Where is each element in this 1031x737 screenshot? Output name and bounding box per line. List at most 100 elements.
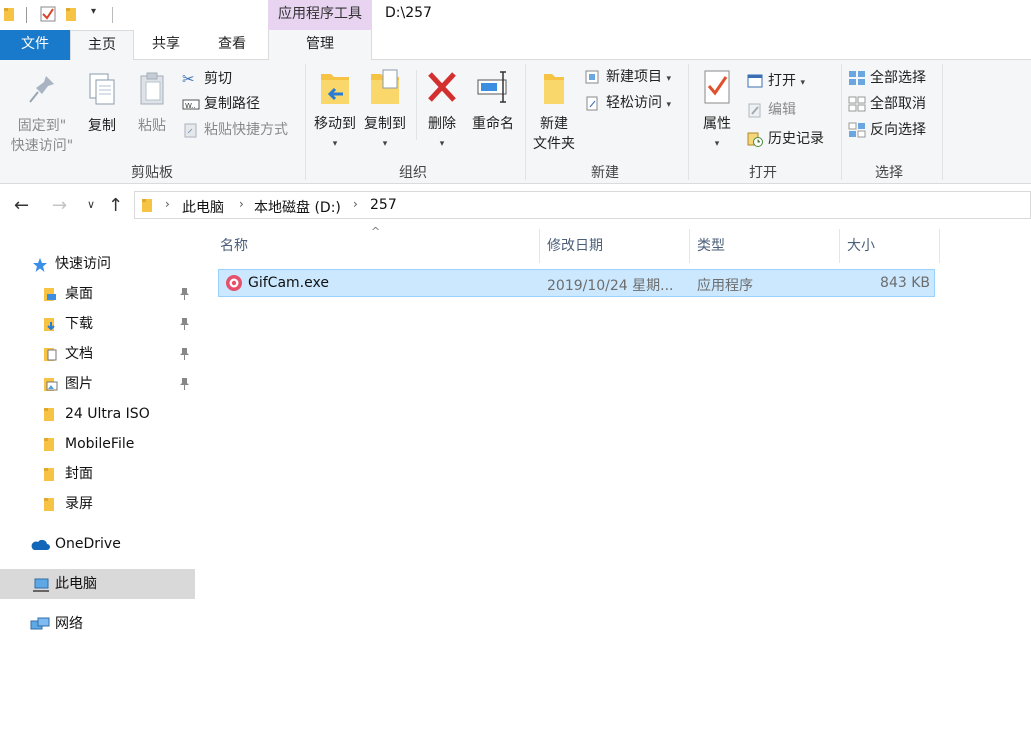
easy-access-dropdown-icon: ▾: [666, 100, 671, 110]
pin-icon[interactable]: [178, 347, 190, 361]
pin-icon[interactable]: [178, 377, 190, 391]
tab-home[interactable]: 主页: [70, 30, 134, 61]
cut-label: 剪切: [204, 71, 232, 87]
invert-selection-button[interactable]: 反向选择: [848, 119, 926, 141]
navigation-pane: 快速访问 桌面 下载 文档 图片 24 Ultra ISO MobileFile…: [0, 227, 200, 737]
file-name: GifCam.exe: [248, 275, 329, 291]
nav-item-downloads[interactable]: 下载: [0, 309, 195, 339]
nav-item-label: 录屏: [65, 496, 93, 512]
nav-item-cover[interactable]: 封面: [0, 459, 195, 489]
nav-this-pc[interactable]: 此电脑: [0, 569, 195, 599]
breadcrumb-chevron-icon[interactable]: ›: [353, 197, 358, 211]
open-group-label: 打开: [749, 165, 777, 181]
nav-item-documents[interactable]: 文档: [0, 339, 195, 369]
delete-dropdown-icon: ▾: [439, 139, 445, 149]
easy-access-button[interactable]: 轻松访问 ▾: [584, 92, 671, 114]
paste-shortcut-icon: [184, 123, 197, 138]
up-arrow-icon[interactable]: ↑: [108, 195, 123, 216]
paste-button[interactable]: 粘贴: [132, 72, 172, 136]
nav-item-pictures[interactable]: 图片: [0, 369, 195, 399]
nav-item-label: MobileFile: [65, 436, 135, 452]
properties-checkbox-icon[interactable]: [40, 6, 56, 22]
pin-icon[interactable]: [178, 317, 190, 331]
column-header-name[interactable]: 名称: [220, 235, 248, 255]
breadcrumb-chevron-icon[interactable]: ›: [239, 197, 244, 211]
column-divider[interactable]: [939, 229, 940, 263]
new-folder-icon: [544, 74, 564, 104]
nav-network[interactable]: 网络: [0, 609, 195, 639]
cloud-icon: [31, 539, 50, 550]
open-button[interactable]: 打开 ▾: [746, 70, 805, 92]
address-row: ← → ∨ ↑ › 此电脑 › 本地磁盘 (D:) › 257: [0, 185, 1031, 227]
breadcrumb-folder-257[interactable]: 257: [370, 197, 397, 213]
delete-button[interactable]: 删除 ▾: [420, 68, 464, 154]
history-icon: [747, 132, 763, 147]
new-group-label: 新建: [591, 165, 619, 181]
new-folder-quick-icon[interactable]: [66, 6, 78, 22]
new-item-button[interactable]: 新建项目 ▾: [584, 66, 671, 88]
nav-item-ultra-iso[interactable]: 24 Ultra ISO: [0, 399, 195, 429]
group-divider: [305, 64, 306, 180]
nav-item-desktop[interactable]: 桌面: [0, 279, 195, 309]
divider: [112, 7, 113, 23]
file-row[interactable]: GifCam.exe 2019/10/24 星期... 应用程序 843 KB: [218, 269, 935, 297]
address-bar[interactable]: › 此电脑 › 本地磁盘 (D:) › 257: [134, 191, 1031, 219]
cut-button[interactable]: ✂ 剪切: [182, 68, 232, 90]
column-header-size[interactable]: 大小: [847, 235, 875, 255]
copy-icon: [89, 73, 115, 105]
edit-button[interactable]: 编辑: [746, 99, 796, 121]
tab-view[interactable]: 查看: [198, 30, 266, 60]
back-arrow-icon[interactable]: ←: [14, 195, 29, 216]
select-none-icon: [848, 96, 866, 112]
move-to-dropdown-icon: ▾: [332, 139, 338, 149]
tab-share[interactable]: 共享: [134, 30, 198, 60]
pin-icon[interactable]: [178, 287, 190, 301]
divider: [416, 70, 417, 140]
easy-access-label: 轻松访问: [606, 95, 662, 111]
nav-onedrive[interactable]: OneDrive: [0, 529, 195, 559]
easy-access-icon: [586, 96, 598, 111]
copy-path-button[interactable]: W.. 复制路径: [182, 93, 260, 115]
move-to-button[interactable]: 移动到 ▾: [310, 68, 360, 154]
copy-path-icon: W..: [182, 99, 200, 110]
column-header-modified[interactable]: 修改日期: [547, 235, 603, 255]
rename-button[interactable]: 重命名: [466, 68, 520, 134]
file-type: 应用程序: [697, 278, 753, 294]
recent-locations-chevron-icon[interactable]: ∨: [87, 198, 95, 211]
column-divider[interactable]: [689, 229, 690, 263]
organize-group-label: 组织: [399, 165, 427, 181]
folder-icon: [4, 8, 14, 21]
pin-to-quick-access-button[interactable]: 固定到" 快速访问": [4, 72, 80, 156]
nav-quick-access[interactable]: 快速访问: [0, 249, 195, 279]
customize-quick-access-dropdown-icon[interactable]: ▾: [91, 6, 96, 17]
title-bar: ▾ 应用程序工具 D:\257: [0, 0, 1031, 30]
column-divider[interactable]: [839, 229, 840, 263]
move-to-folder-icon: [321, 74, 349, 104]
column-divider[interactable]: [539, 229, 540, 263]
breadcrumb-drive-d[interactable]: 本地磁盘 (D:): [254, 197, 341, 217]
tab-file[interactable]: 文件: [0, 30, 70, 60]
history-label: 历史记录: [768, 131, 824, 147]
forward-arrow-icon[interactable]: →: [52, 195, 67, 216]
copy-button[interactable]: 复制: [82, 72, 122, 136]
copy-to-button[interactable]: 复制到 ▾: [360, 68, 410, 154]
paste-shortcut-button[interactable]: 粘贴快捷方式: [182, 119, 288, 141]
breadcrumb-chevron-icon[interactable]: ›: [165, 197, 170, 211]
tab-manage[interactable]: 管理: [268, 30, 372, 60]
move-to-label: 移动到: [314, 116, 356, 132]
edit-icon: [748, 103, 761, 118]
select-all-button[interactable]: 全部选择: [848, 67, 926, 89]
select-none-button[interactable]: 全部取消: [848, 93, 926, 115]
copy-to-folder-icon: [371, 69, 399, 104]
file-modified: 2019/10/24 星期...: [547, 278, 674, 294]
breadcrumb-this-pc[interactable]: 此电脑: [182, 197, 224, 217]
history-button[interactable]: 历史记录: [746, 128, 824, 150]
nav-item-label: 图片: [65, 376, 93, 392]
column-header-type[interactable]: 类型: [697, 235, 725, 255]
nav-item-screen-record[interactable]: 录屏: [0, 489, 195, 519]
nav-item-mobilefile[interactable]: MobileFile: [0, 429, 195, 459]
new-folder-button[interactable]: 新建 文件夹: [528, 68, 580, 154]
downloads-folder-icon: [44, 318, 55, 331]
file-explorer-window: ▾ 应用程序工具 D:\257 文件 主页 共享 查看 管理 固定到" 快速访问…: [0, 0, 1031, 737]
properties-button[interactable]: 属性 ▾: [694, 68, 740, 154]
